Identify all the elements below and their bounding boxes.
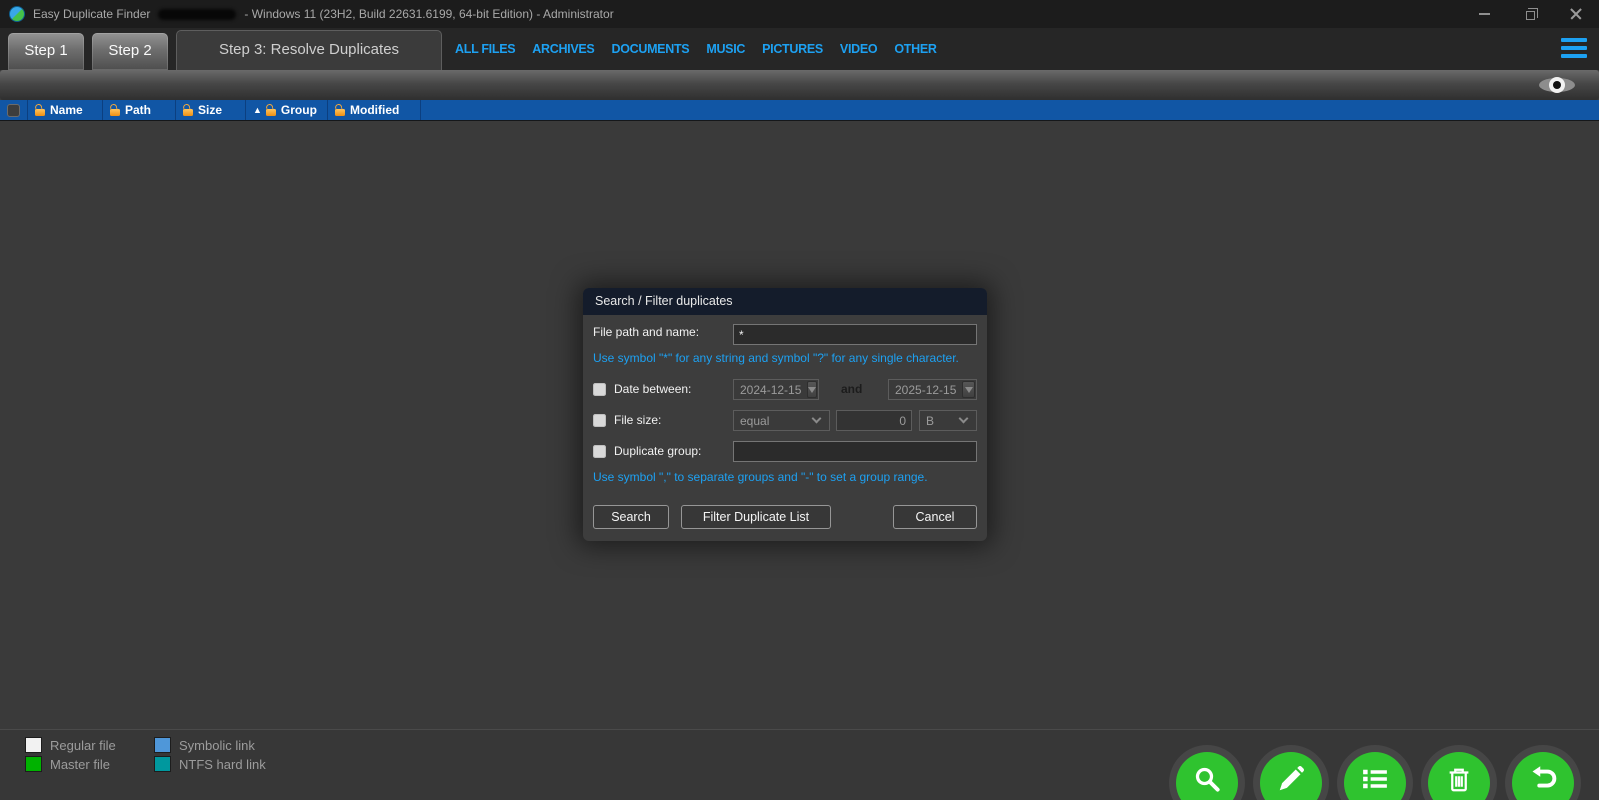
app-logo-icon — [9, 6, 25, 22]
filter-video[interactable]: VIDEO — [840, 42, 877, 56]
date-from-dropdown-icon[interactable] — [807, 381, 817, 398]
legend-ntfs-hard-link: NTFS hard link — [154, 756, 266, 772]
file-size-row: File size: — [593, 413, 661, 427]
search-filter-dialog: Search / Filter duplicates File path and… — [583, 288, 987, 541]
size-operator-select[interactable]: equal — [733, 410, 830, 431]
duplicate-group-checkbox[interactable] — [593, 445, 606, 458]
size-unit-select[interactable]: B — [919, 410, 977, 431]
regular-file-swatch — [25, 737, 42, 753]
sort-ascending-icon: ▲ — [253, 105, 262, 115]
group-hint: Use symbol "," to separate groups and "-… — [593, 470, 928, 484]
dialog-title: Search / Filter duplicates — [583, 288, 987, 315]
date-between-label: Date between: — [614, 382, 691, 396]
duplicate-group-row: Duplicate group: — [593, 444, 701, 458]
file-path-label: File path and name: — [593, 325, 699, 339]
tab-step-1[interactable]: Step 1 — [8, 33, 84, 70]
select-all-cell — [0, 100, 28, 120]
size-value-input[interactable] — [836, 410, 912, 431]
close-button[interactable] — [1553, 0, 1599, 28]
file-size-checkbox[interactable] — [593, 414, 606, 427]
close-icon — [1570, 8, 1582, 20]
eye-preview-icon[interactable] — [1539, 76, 1575, 94]
filter-other[interactable]: OTHER — [894, 42, 936, 56]
date-between-row: Date between: — [593, 382, 691, 396]
symbolic-link-swatch — [154, 737, 171, 753]
and-label: and — [841, 382, 862, 396]
wildcard-hint: Use symbol "*" for any string and symbol… — [593, 351, 959, 365]
column-header-size[interactable]: Size — [176, 100, 246, 120]
date-between-checkbox[interactable] — [593, 383, 606, 396]
cancel-button[interactable]: Cancel — [893, 505, 977, 529]
minimize-icon — [1479, 13, 1490, 15]
column-header-modified[interactable]: Modified — [328, 100, 421, 120]
unlock-icon — [183, 109, 193, 116]
column-header-group[interactable]: ▲ Group — [246, 100, 328, 120]
redacted-text — [158, 9, 236, 20]
master-file-swatch — [25, 756, 42, 772]
date-from-value: 2024-12-15 — [734, 383, 807, 397]
size-unit-value: B — [920, 414, 960, 428]
filter-pictures[interactable]: PICTURES — [762, 42, 823, 56]
filter-duplicate-list-button[interactable]: Filter Duplicate List — [681, 505, 831, 529]
filter-archives[interactable]: ARCHIVES — [532, 42, 594, 56]
date-to-dropdown-icon[interactable] — [962, 381, 975, 398]
restore-icon — [1526, 11, 1535, 20]
legend-master-file: Master file — [25, 756, 110, 772]
unlock-icon — [266, 109, 276, 116]
chevron-down-icon — [959, 414, 969, 424]
column-header-name[interactable]: Name — [28, 100, 103, 120]
size-operator-value: equal — [734, 414, 813, 428]
file-path-input[interactable] — [733, 324, 977, 345]
legend-symbolic-link: Symbolic link — [154, 737, 255, 753]
legend-regular-file: Regular file — [25, 737, 116, 753]
filter-documents[interactable]: DOCUMENTS — [611, 42, 689, 56]
restore-button[interactable] — [1507, 0, 1553, 28]
window-title: Easy Duplicate Finder - Windows 11 (23H2,… — [33, 7, 614, 21]
select-all-checkbox[interactable] — [7, 104, 20, 117]
window-title-app: Easy Duplicate Finder — [33, 7, 150, 21]
file-type-filters: ALL FILES ARCHIVES DOCUMENTS MUSIC PICTU… — [455, 28, 937, 70]
search-button[interactable]: Search — [593, 505, 669, 529]
unlock-icon — [35, 109, 45, 116]
unlock-icon — [335, 109, 345, 116]
search-icon — [1192, 764, 1222, 794]
pencil-icon — [1276, 764, 1306, 794]
undo-icon — [1528, 764, 1558, 794]
ntfs-hard-link-swatch — [154, 756, 171, 772]
chevron-down-icon — [812, 414, 822, 424]
file-path-row: File path and name: — [593, 325, 699, 339]
tab-step-3-resolve-duplicates[interactable]: Step 3: Resolve Duplicates — [176, 30, 442, 70]
tab-bar: Step 1 Step 2 Step 3: Resolve Duplicates… — [0, 28, 1599, 70]
date-to-value: 2025-12-15 — [889, 383, 962, 397]
file-size-label: File size: — [614, 413, 661, 427]
date-from-picker[interactable]: 2024-12-15 — [733, 379, 819, 400]
column-header-path[interactable]: Path — [103, 100, 176, 120]
column-header-filler — [421, 100, 1599, 120]
menu-hamburger-icon[interactable] — [1561, 37, 1587, 59]
duplicate-group-input[interactable] — [733, 441, 977, 462]
unlock-icon — [110, 109, 120, 116]
results-table-header: Name Path Size ▲ Group Modified — [0, 100, 1599, 121]
duplicate-group-label: Duplicate group: — [614, 444, 701, 458]
minimize-button[interactable] — [1461, 0, 1507, 28]
date-to-picker[interactable]: 2025-12-15 — [888, 379, 977, 400]
title-bar: Easy Duplicate Finder - Windows 11 (23H2,… — [0, 0, 1599, 28]
trash-icon — [1444, 764, 1474, 794]
window-title-rest: - Windows 11 (23H2, Build 22631.6199, 64… — [244, 7, 613, 21]
tab-step-2[interactable]: Step 2 — [92, 33, 168, 70]
filter-music[interactable]: MUSIC — [706, 42, 745, 56]
list-icon — [1360, 764, 1390, 794]
filter-all-files[interactable]: ALL FILES — [455, 42, 515, 56]
toolbar-strip — [0, 70, 1599, 100]
window-controls — [1461, 0, 1599, 28]
